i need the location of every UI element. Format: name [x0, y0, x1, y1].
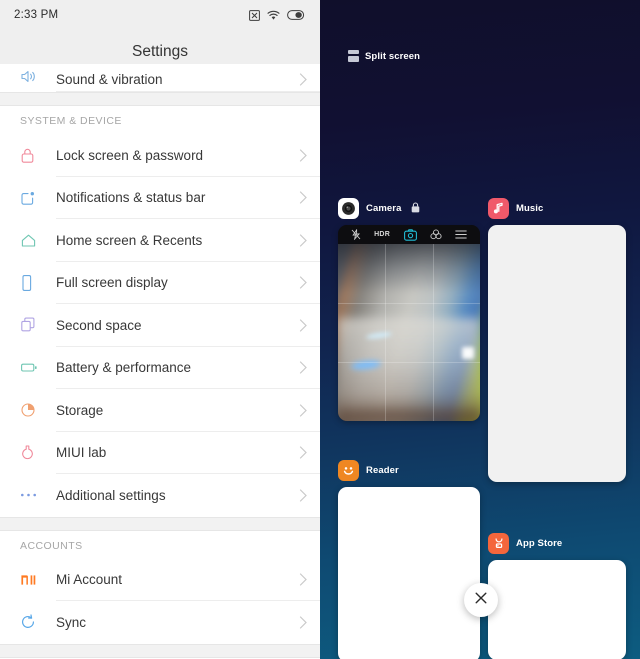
settings-row-battery-performance[interactable]: Battery & performance: [0, 346, 320, 389]
settings-row-label: Storage: [56, 402, 104, 418]
sound-icon: [20, 65, 44, 87]
close-icon: [474, 591, 488, 610]
camera-viewfinder: [338, 244, 480, 421]
settings-row-full-screen-display[interactable]: Full screen display: [0, 261, 320, 304]
close-all-button[interactable]: [464, 583, 498, 617]
settings-row-additional-settings[interactable]: Additional settings: [0, 474, 320, 517]
chevron-right-icon: [299, 360, 308, 375]
settings-row-label: MIUI lab: [56, 445, 107, 461]
section-header-accounts: ACCOUNTS: [0, 530, 320, 559]
split-screen-icon: [348, 50, 359, 62]
status-time: 2:33 PM: [14, 9, 59, 21]
card-header: Camera: [338, 198, 480, 219]
chevron-right-icon: [299, 572, 308, 587]
group-divider: [0, 516, 320, 531]
card-app-name: Music: [516, 203, 544, 214]
chevron-right-icon: [299, 445, 308, 460]
card-header: Music: [488, 198, 626, 219]
settings-row-lock-screen-password[interactable]: Lock screen & password: [0, 134, 320, 177]
settings-row-label: Notifications & status bar: [56, 190, 206, 206]
mi-logo-icon: [20, 569, 44, 591]
app-store-bag-icon: [488, 533, 509, 554]
chevron-right-icon: [299, 318, 308, 333]
chevron-right-icon: [299, 148, 308, 163]
card-app-name: App Store: [516, 538, 563, 549]
settings-row-label: Lock screen & password: [56, 147, 204, 163]
miui-lab-icon: [20, 442, 44, 464]
settings-row-label: Battery & performance: [56, 360, 192, 376]
settings-row-label: Full screen display: [56, 275, 168, 291]
lock-icon: [20, 144, 44, 166]
group-divider: [0, 92, 320, 106]
chevron-right-icon: [299, 190, 308, 205]
ai-camera-icon[interactable]: [403, 228, 417, 241]
split-screen-button[interactable]: Split screen: [348, 50, 420, 62]
settings-title-bar: Settings: [0, 30, 320, 64]
settings-row-second-space[interactable]: Second space: [0, 304, 320, 347]
recents-card-app-store[interactable]: App Store: [488, 533, 626, 659]
storage-icon: [20, 399, 44, 421]
camera-app-icon: [338, 198, 359, 219]
chevron-right-icon: [299, 488, 308, 503]
chevron-right-icon: [299, 403, 308, 418]
chevron-right-icon: [299, 615, 308, 630]
settings-row-mi-account[interactable]: Mi Account: [0, 558, 320, 601]
menu-icon[interactable]: [455, 230, 468, 239]
card-header: App Store: [488, 533, 626, 554]
reader-preview-card[interactable]: [338, 487, 480, 659]
recents-card-camera[interactable]: Camera HDR: [338, 198, 480, 421]
music-preview-card[interactable]: [488, 225, 626, 482]
viewfinder-grid: [338, 244, 480, 421]
settings-row-notifications-status-bar[interactable]: Notifications & status bar: [0, 176, 320, 219]
settings-row-miui-lab[interactable]: MIUI lab: [0, 431, 320, 474]
split-screen-label: Split screen: [365, 50, 421, 62]
card-header: Reader: [338, 460, 480, 481]
status-bar: 2:33 PM: [0, 0, 320, 30]
settings-list[interactable]: Sound & vibration SYSTEM & DEVICE Lock s…: [0, 64, 320, 659]
home-icon: [20, 229, 44, 251]
wifi-icon: [267, 10, 280, 21]
no-sim-icon: [249, 9, 260, 21]
app-store-preview-card[interactable]: [488, 560, 626, 659]
battery-icon: [287, 10, 306, 20]
settings-row-label: Mi Account: [56, 572, 123, 588]
section-header-system-device: SYSTEM & DEVICE: [0, 106, 320, 134]
chevron-right-icon: [299, 72, 308, 87]
hdr-toggle[interactable]: HDR: [374, 231, 390, 238]
sync-icon: [20, 611, 44, 633]
status-icons: [249, 9, 306, 21]
recents-card-music[interactable]: Music: [488, 198, 626, 482]
settings-row-sound-vibration[interactable]: Sound & vibration: [0, 64, 320, 92]
settings-row-sync[interactable]: Sync: [0, 601, 320, 644]
settings-row-home-screen-recents[interactable]: Home screen & Recents: [0, 219, 320, 262]
group-divider: [0, 643, 320, 658]
page-title: Settings: [131, 43, 188, 60]
more-dots-icon: [20, 484, 44, 506]
camera-preview-card[interactable]: HDR: [338, 225, 480, 421]
chevron-right-icon: [299, 233, 308, 248]
card-app-name: Camera: [366, 203, 402, 214]
filter-icon[interactable]: [430, 229, 442, 240]
recents-pane[interactable]: Split screen Camera HDR Music Reader App…: [320, 0, 640, 659]
settings-row-label: Second space: [56, 317, 142, 333]
settings-row-label: Sound & vibration: [56, 72, 163, 87]
music-note-icon: [488, 198, 509, 219]
camera-toolbar[interactable]: HDR: [338, 225, 480, 244]
chevron-right-icon: [299, 275, 308, 290]
battery-perf-icon: [20, 357, 44, 379]
lock-icon: [411, 200, 420, 218]
settings-row-storage[interactable]: Storage: [0, 389, 320, 432]
second-space-icon: [20, 314, 44, 336]
settings-row-label: Additional settings: [56, 487, 166, 503]
fullscreen-icon: [20, 272, 44, 294]
settings-row-label: Home screen & Recents: [56, 232, 203, 248]
reader-smiley-icon: [338, 460, 359, 481]
card-app-name: Reader: [366, 465, 399, 476]
notification-icon: [20, 187, 44, 209]
recents-card-reader[interactable]: Reader: [338, 460, 480, 659]
flash-off-icon[interactable]: [351, 229, 361, 240]
settings-pane: 2:33 PM Settings Sound & vibration SYSTE…: [0, 0, 320, 659]
settings-row-label: Sync: [56, 614, 87, 630]
